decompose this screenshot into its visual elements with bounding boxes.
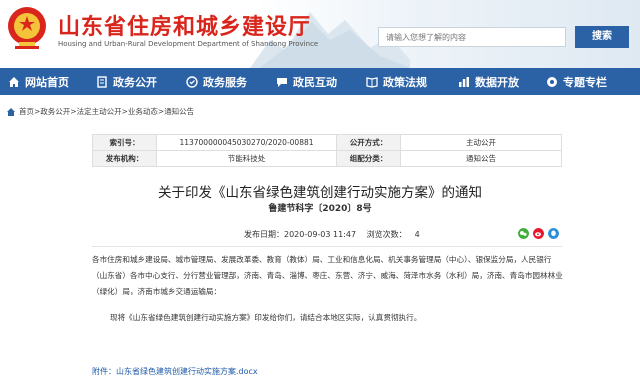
nav-item-label: 专题专栏	[563, 75, 607, 89]
national-emblem-logo	[8, 7, 46, 49]
nav-item-label: 政民互动	[293, 75, 337, 89]
nav-item-home[interactable]: 网站首页	[8, 68, 69, 95]
index-value: 11370000004503027​0/2020-00881	[156, 134, 337, 151]
nav-item-topics[interactable]: 专题专栏	[546, 68, 607, 95]
qq-share-icon[interactable]	[548, 228, 559, 239]
nav-item-gov-affairs[interactable]: 政务公开	[96, 68, 157, 95]
search-input[interactable]	[378, 27, 566, 47]
public-method-label: 公开方式：	[336, 134, 401, 151]
wechat-share-icon[interactable]	[518, 228, 529, 239]
home-icon	[9, 76, 19, 87]
document-icon	[97, 75, 107, 88]
issuer-label: 发布机构：	[92, 150, 157, 167]
document-meta-table: 索引号： 11370000004503027​0/2020-00881 公开方式…	[92, 134, 562, 167]
main-nav: 网站首页 政务公开 政务服务 政民互动 政策法规 数据开放 专题专栏	[0, 68, 640, 95]
breadcrumb: 首页 > 政务公开 > 法定主动公开 > 业务动态 > 通知公告	[6, 106, 194, 117]
site-title: 山东省住房和城乡建设厅	[58, 15, 312, 40]
nav-item-label: 政策法规	[383, 75, 427, 89]
publish-info: 发布日期：2020-09-03 11:47 浏览次数： 4	[244, 229, 428, 240]
publish-time: 发布日期：2020-09-03 11:47	[244, 230, 357, 239]
breadcrumb-item[interactable]: 首页	[19, 106, 34, 117]
attachment-link[interactable]: 附件：山东省绿色建筑创建行动实施方案.docx	[92, 366, 258, 377]
issuer-value: 节能科技处	[156, 150, 337, 167]
index-label: 索引号：	[92, 134, 157, 151]
book-icon	[366, 76, 378, 88]
category-value: 通知公告	[400, 150, 562, 167]
site-header: 山东省住房和城乡建设厅 Housing and Urban-Rural Deve…	[0, 0, 640, 68]
nav-item-open-data[interactable]: 数据开放	[458, 68, 519, 95]
breadcrumb-item[interactable]: 政务公开	[40, 106, 70, 117]
body-paragraph: 各市住房和城乡建设局、城市管理局、发展改革委、教育（教体）局、工业和信息化局、机…	[92, 255, 563, 296]
chat-icon	[277, 77, 287, 87]
data-icon	[459, 76, 469, 87]
nav-item-policy[interactable]: 政策法规	[366, 68, 427, 95]
views-label: 浏览次数：	[366, 230, 407, 239]
divider	[92, 246, 562, 247]
breadcrumb-item[interactable]: 法定主动公开	[77, 106, 122, 117]
nav-item-label: 数据开放	[475, 75, 519, 89]
search-button[interactable]: 搜索	[575, 26, 629, 48]
nav-item-interaction[interactable]: 政民互动	[276, 68, 337, 95]
home-icon	[7, 107, 15, 116]
document-title: 关于印发《山东省绿色建筑创建行动实施方案》的通知	[158, 185, 482, 201]
nav-item-label: 网站首页	[25, 75, 69, 89]
breadcrumb-item[interactable]: 业务动态	[128, 106, 158, 117]
service-icon	[186, 75, 198, 88]
nav-item-gov-service[interactable]: 政务服务	[186, 68, 247, 95]
nav-item-label: 政务服务	[203, 75, 247, 89]
site-subtitle: Housing and Urban-Rural Development Depa…	[58, 40, 319, 48]
document-number: 鲁建节科字〔2020〕8号	[268, 204, 372, 214]
views-count: 4	[414, 230, 420, 239]
weibo-share-icon[interactable]	[533, 228, 544, 239]
category-label: 组配分类：	[336, 150, 401, 167]
nav-item-label: 政务公开	[113, 75, 157, 89]
breadcrumb-item[interactable]: 通知公告	[164, 106, 194, 117]
topic-icon	[547, 76, 557, 87]
body-paragraph: 现将《山东省绿色建筑创建行动实施方案》印发给你们，请结合本地区实际，认真贯彻执行…	[110, 313, 422, 322]
public-method-value: 主动公开	[400, 134, 562, 151]
